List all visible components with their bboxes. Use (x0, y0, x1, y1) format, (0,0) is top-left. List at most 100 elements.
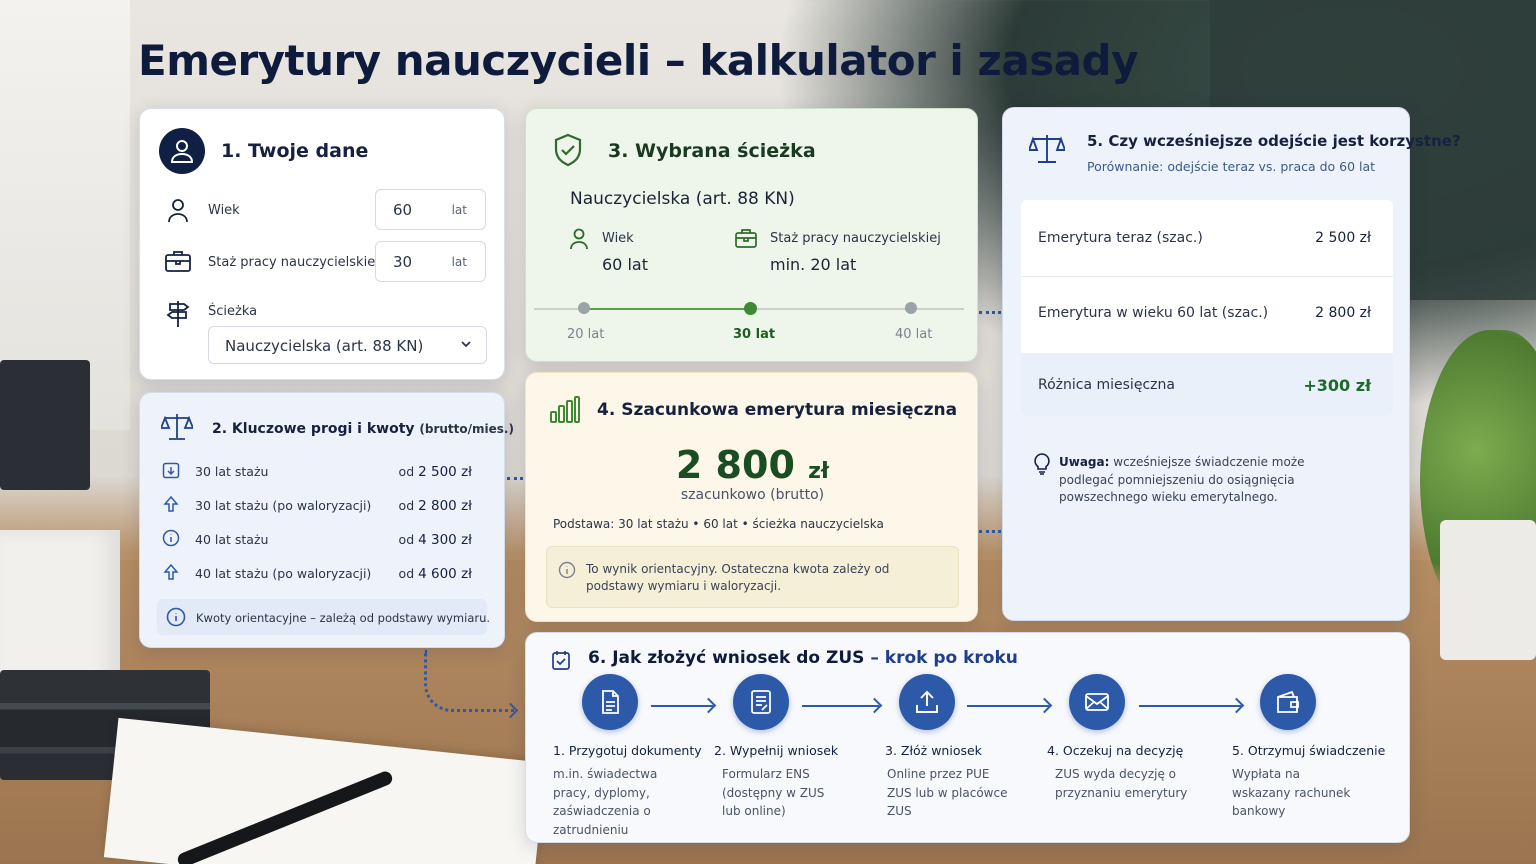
scale-tick-label-selected: 30 lat (733, 327, 776, 342)
arrow-up-icon (163, 563, 179, 580)
clipboard-check-icon (552, 651, 570, 670)
tenure-value: 30 (393, 253, 413, 271)
thresholds-note: Kwoty orientacyjne – zależą od podstawy … (157, 599, 491, 635)
person-icon (570, 228, 588, 250)
age-label: Wiek (602, 231, 634, 246)
scale-point-selected[interactable] (744, 302, 757, 315)
threshold-value: od 4 600 zł (398, 566, 472, 582)
step-description: Formularz ENS (dostępny w ZUS lub online… (722, 767, 825, 818)
tenure-unit: lat (451, 255, 467, 269)
zus-steps-card: 6. Jak złożyć wniosek do ZUS – krok po k… (525, 632, 1410, 843)
tenure-input[interactable]: 30 lat (375, 241, 486, 282)
scales-icon (1029, 135, 1065, 163)
signpost-icon (166, 301, 190, 327)
user-avatar-icon (159, 128, 205, 174)
comparison-value: 2 800 zł (1315, 305, 1371, 321)
threshold-label: 40 lat stażu (195, 532, 269, 547)
estimate-info: To wynik orientacyjny. Ostateczna kwota … (546, 546, 959, 608)
envelope-icon (1069, 674, 1125, 730)
tenure-value: min. 20 lat (770, 255, 857, 274)
pension-amount-subtitle: szacunkowo (brutto) (680, 487, 825, 503)
info-icon (166, 607, 186, 627)
tenure-label: Staż pracy nauczycielskiej (770, 231, 941, 246)
card-title: 1. Twoje dane (221, 140, 369, 162)
age-input[interactable]: 60 lat (375, 189, 486, 230)
selected-path-name: Nauczycielska (art. 88 KN) (570, 189, 795, 209)
comparison-table: Emerytura teraz (szac.) 2 500 zł Emerytu… (1021, 200, 1393, 416)
threshold-label: 40 lat stażu (po waloryzacji) (195, 566, 372, 581)
tenure-scale-fill (584, 308, 750, 310)
connector-arrow (424, 650, 514, 712)
info-icon (162, 529, 180, 547)
arrow-up-icon (163, 495, 179, 512)
card-subtitle: Porównanie: odejście teraz vs. praca do … (1087, 159, 1376, 174)
lightbulb-icon (1034, 453, 1050, 475)
step-arrow (651, 705, 713, 707)
comparison-label: Różnica miesięczna (1038, 377, 1175, 393)
chevron-down-icon (461, 341, 471, 348)
scales-icon (161, 414, 193, 440)
threshold-value: od 2 500 zł (398, 464, 472, 480)
card-title: 3. Wybrana ścieżka (608, 140, 816, 162)
threshold-row: 30 lat stażu od 2 500 zł (162, 461, 472, 483)
step-title: 2. Wypełnij wniosek (714, 743, 839, 758)
age-label: Wiek (208, 203, 240, 218)
early-retirement-card: 5. Czy wcześniejsze odejście jest korzys… (1002, 107, 1461, 621)
threshold-row: 40 lat stażu od 4 300 zł (162, 529, 472, 551)
step-title: 1. Przygotuj dokumenty (553, 743, 702, 758)
scale-point[interactable] (905, 302, 917, 314)
comparison-row-difference: Różnica miesięczna +300 zł (1021, 353, 1393, 416)
info-text: To wynik orientacyjny. Ostateczna kwota … (586, 562, 890, 593)
path-select[interactable]: Nauczycielska (art. 88 KN) (208, 326, 487, 364)
person-icon (168, 199, 188, 223)
form-icon (733, 674, 789, 730)
comparison-row: Emerytura teraz (szac.) 2 500 zł (1021, 200, 1393, 276)
age-value: 60 lat (602, 255, 648, 274)
background-pot (1440, 520, 1536, 660)
warning-text: Uwaga: wcześniejsze świadczenie może pod… (1059, 455, 1305, 504)
comparison-label: Emerytura w wieku 60 lat (szac.) (1038, 305, 1269, 321)
shield-check-icon (554, 133, 582, 167)
info-icon (558, 561, 576, 579)
scale-tick-label: 20 lat (567, 327, 605, 342)
step-description: m.in. świadectwa pracy, dyplomy, zaświad… (553, 767, 658, 837)
your-data-card: 1. Twoje dane Wiek 60 lat Staż pracy nau… (139, 108, 505, 380)
briefcase-icon (735, 229, 757, 248)
scale-point[interactable] (578, 302, 590, 314)
threshold-label: 30 lat stażu (po waloryzacji) (195, 498, 372, 513)
comparison-label: Emerytura teraz (szac.) (1038, 230, 1203, 246)
document-icon (582, 674, 638, 730)
step-title: 3. Złóż wniosek (885, 743, 982, 758)
background-pencil-cup (0, 360, 90, 490)
wallet-icon (1260, 674, 1316, 730)
threshold-row: 30 lat stażu (po waloryzacji) od 2 800 z… (162, 495, 472, 517)
comparison-value: +300 zł (1303, 376, 1371, 395)
step-arrow (967, 705, 1049, 707)
path-label: Ścieżka (208, 304, 258, 319)
card-title: 6. Jak złożyć wniosek do ZUS – krok po k… (588, 648, 1018, 668)
calculation-basis: Podstawa: 30 lat stażu • 60 lat • ścieżk… (553, 517, 884, 531)
step-title: 4. Oczekuj na decyzję (1047, 743, 1184, 758)
page-title: Emerytury nauczycieli – kalkulator i zas… (138, 36, 1139, 85)
pension-amount: 2 800 zł (675, 443, 830, 487)
scale-tick-label: 40 lat (895, 327, 933, 342)
comparison-value: 2 500 zł (1315, 230, 1371, 246)
threshold-value: od 2 800 zł (398, 498, 472, 514)
threshold-row: 40 lat stażu (po waloryzacji) od 4 600 z… (162, 563, 472, 585)
card-title: 4. Szacunkowa emerytura miesięczna (597, 400, 958, 420)
upload-icon (899, 674, 955, 730)
age-value: 60 (393, 201, 413, 219)
threshold-label: 30 lat stażu (195, 464, 269, 479)
step-arrow (1139, 705, 1241, 707)
connector-dots (979, 311, 1001, 314)
estimated-pension-card: 4. Szacunkowa emerytura miesięczna 2 800… (525, 372, 978, 622)
selected-path-card: 3. Wybrana ścieżka Nauczycielska (art. 8… (525, 108, 978, 362)
comparison-row: Emerytura w wieku 60 lat (szac.) 2 800 z… (1021, 277, 1393, 353)
tenure-label: Staż pracy nauczycielskiej (208, 255, 379, 270)
threshold-value: od 4 300 zł (398, 532, 472, 548)
briefcase-icon (165, 251, 191, 272)
card-title: 2. Kluczowe progi i kwoty (brutto/mies.) (212, 421, 514, 437)
calendar-down-icon (162, 462, 180, 479)
note-text: Kwoty orientacyjne – zależą od podstawy … (196, 611, 491, 625)
path-select-value: Nauczycielska (art. 88 KN) (225, 337, 424, 355)
